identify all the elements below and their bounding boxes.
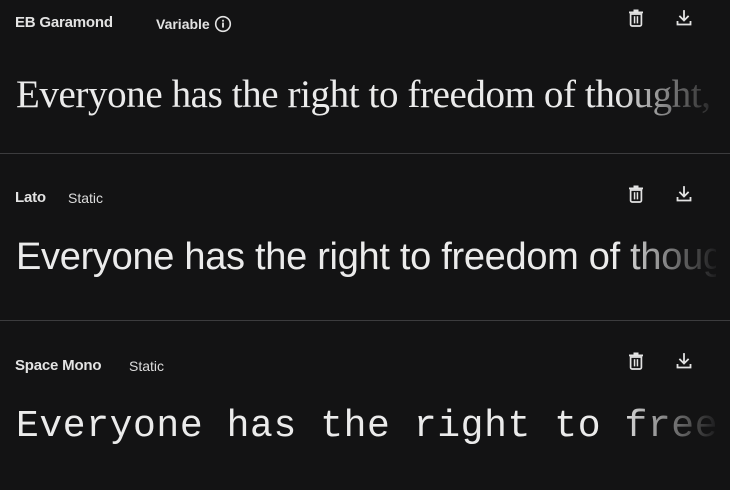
font-name: Lato (15, 189, 46, 206)
info-icon[interactable] (214, 15, 232, 33)
download-button[interactable] (672, 6, 696, 30)
download-button[interactable] (672, 349, 696, 373)
trash-icon (628, 352, 644, 370)
trash-icon (628, 9, 644, 27)
delete-button[interactable] (624, 6, 648, 30)
font-name: EB Garamond (15, 14, 113, 31)
font-type: Static (68, 190, 103, 206)
delete-button[interactable] (624, 349, 648, 373)
font-type-label: Static (68, 190, 104, 206)
font-sample-text[interactable]: Everyone has the right to freedom of tho… (16, 236, 716, 279)
download-icon (676, 353, 692, 369)
font-row-eb-garamond: EB Garamond Variable Everyone has the ri… (0, 0, 730, 154)
font-type-label: Variable (156, 16, 210, 32)
download-button[interactable] (672, 182, 696, 206)
font-row-lato: Lato Static Everyone has the right to fr… (0, 154, 730, 321)
download-icon (676, 186, 692, 202)
download-icon (676, 10, 692, 26)
font-type-label: Static (129, 358, 165, 374)
font-name: Space Mono (15, 357, 102, 374)
font-type: Variable (156, 15, 232, 33)
trash-icon (628, 185, 644, 203)
font-sample-text[interactable]: Everyone has the right to freedom of tho… (16, 72, 716, 117)
font-type: Static (129, 358, 164, 374)
font-row-space-mono: Space Mono Static Everyone has the right… (0, 321, 730, 490)
delete-button[interactable] (624, 182, 648, 206)
font-sample-text[interactable]: Everyone has the right to freedom of tho… (16, 405, 716, 448)
